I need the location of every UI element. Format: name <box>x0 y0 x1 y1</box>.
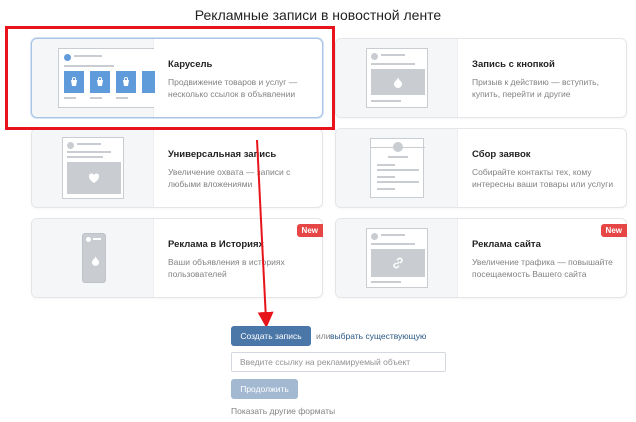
format-title: Сбор заявок <box>472 149 531 160</box>
format-description: Собирайте контакты тех, кому интересны в… <box>472 167 614 189</box>
format-card-universal-post[interactable]: Универсальная запись Увеличение охвата —… <box>31 128 323 208</box>
new-badge: New <box>600 224 627 237</box>
format-card-lead-form[interactable]: Сбор заявок Собирайте контакты тех, кому… <box>335 128 627 208</box>
site-ad-preview-icon <box>336 219 458 297</box>
format-card-site-ads[interactable]: Реклама сайта Увеличение трафика — повыш… <box>335 218 627 298</box>
format-card-button-post[interactable]: Запись с кнопкой Призыв к действию — вст… <box>335 38 627 118</box>
lead-form-preview-icon <box>336 129 458 207</box>
or-text: или <box>316 331 331 341</box>
button-post-preview-icon <box>336 39 458 117</box>
format-description: Увеличение трафика — повышайте посещаемо… <box>472 257 613 279</box>
format-card-stories[interactable]: Реклама в Историях Ваши объявления в ист… <box>31 218 323 298</box>
continue-button[interactable]: Продолжить <box>231 379 298 399</box>
format-description: Ваши объявления в историях пользователей <box>168 257 285 279</box>
stories-preview-icon <box>32 219 154 297</box>
choose-existing-link[interactable]: выбрать существующую <box>330 331 426 341</box>
show-other-formats-link[interactable]: Показать другие форматы <box>231 406 335 416</box>
format-description: Увеличение охвата — записи с любыми влож… <box>168 167 291 189</box>
format-title: Запись с кнопкой <box>472 59 555 70</box>
ad-object-url-input[interactable] <box>231 352 446 372</box>
format-title: Универсальная запись <box>168 149 277 160</box>
annotation-highlight-box <box>5 26 335 130</box>
universal-post-preview-icon <box>32 129 154 207</box>
format-description: Призыв к действию — вступить, купить, пе… <box>472 77 599 99</box>
page-title: Рекламные записи в новостной ленте <box>194 7 442 23</box>
format-title: Реклама сайта <box>472 239 541 250</box>
new-badge: New <box>296 224 323 237</box>
format-title: Реклама в Историях <box>168 239 264 250</box>
create-post-button[interactable]: Создать запись <box>231 326 311 346</box>
